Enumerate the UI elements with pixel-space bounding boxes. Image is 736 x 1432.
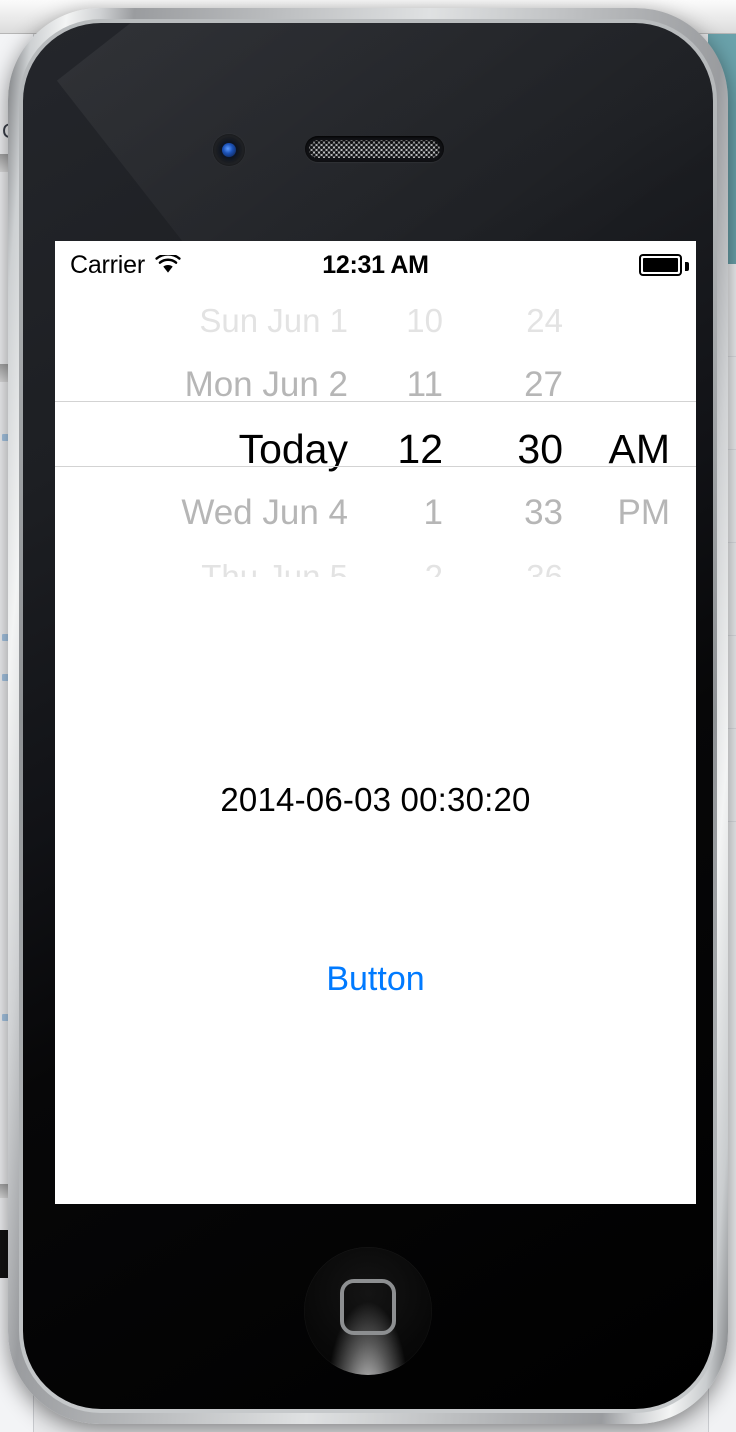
camera-lens [222, 143, 236, 157]
front-camera-icon [213, 134, 245, 166]
battery-nub [685, 262, 689, 271]
date-picker-row[interactable]: Sun Jun 1 10 24 [55, 289, 696, 353]
date-picker-row-selected[interactable]: Today 12 30 AM [55, 417, 696, 481]
picker-hour-value-selected[interactable]: 12 [348, 426, 443, 473]
picker-hour-value[interactable]: 1 [348, 493, 443, 533]
iphone-device-frame: Carrier 12:31 AM Sun Jun 1 10 24 Mon Jun… [8, 8, 728, 1424]
date-picker-row[interactable]: Wed Jun 4 1 33 PM [55, 481, 696, 545]
picker-date-value-selected[interactable]: Today [73, 426, 348, 473]
date-picker[interactable]: Sun Jun 1 10 24 Mon Jun 2 11 27 Today 12… [55, 289, 696, 577]
device-screen: Carrier 12:31 AM Sun Jun 1 10 24 Mon Jun… [55, 241, 696, 1204]
picker-meridiem-value[interactable]: PM [563, 493, 678, 533]
battery-full-icon [639, 254, 689, 276]
date-picker-rows[interactable]: Sun Jun 1 10 24 Mon Jun 2 11 27 Today 12… [55, 289, 696, 577]
picker-hour-value[interactable]: 2 [348, 558, 443, 577]
home-button[interactable] [304, 1247, 432, 1375]
status-bar-clock: 12:31 AM [322, 250, 429, 279]
status-bar-right [639, 241, 689, 289]
picker-hour-value[interactable]: 10 [348, 302, 443, 340]
picker-minute-value[interactable]: 24 [443, 302, 563, 340]
date-picker-row[interactable]: Thu Jun 5 2 36 [55, 545, 696, 577]
picker-minute-value[interactable]: 36 [443, 558, 563, 577]
picker-minute-value[interactable]: 33 [443, 493, 563, 533]
date-picker-row[interactable]: Mon Jun 2 11 27 [55, 353, 696, 417]
picker-date-value[interactable]: Sun Jun 1 [73, 302, 348, 340]
picker-date-value[interactable]: Thu Jun 5 [73, 558, 348, 577]
picker-date-value[interactable]: Mon Jun 2 [73, 365, 348, 405]
status-bar: Carrier 12:31 AM [55, 241, 696, 289]
picker-meridiem-value-selected[interactable]: AM [563, 426, 678, 473]
picker-minute-value-selected[interactable]: 30 [443, 426, 563, 473]
selected-date-label: 2014-06-03 00:30:20 [220, 781, 531, 818]
home-button-square-icon [340, 1279, 396, 1335]
action-button[interactable]: Button [55, 960, 696, 999]
picker-minute-value[interactable]: 27 [443, 365, 563, 405]
picker-date-value[interactable]: Wed Jun 4 [73, 493, 348, 533]
speaker-mesh [309, 140, 440, 158]
earpiece-speaker-icon [305, 136, 444, 162]
picker-hour-value[interactable]: 11 [348, 365, 443, 405]
battery-fill [643, 258, 678, 272]
